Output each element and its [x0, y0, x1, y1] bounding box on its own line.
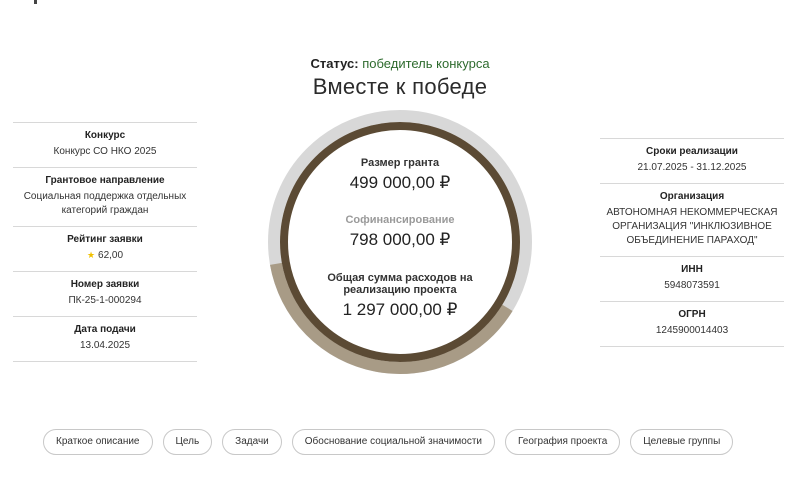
tab-social-significance[interactable]: Обоснование социальной значимости — [291, 429, 496, 455]
cofinance-label: Софинансирование — [345, 214, 455, 226]
tab-short-description[interactable]: Краткое описание — [43, 429, 153, 455]
grant-amount: 499 000,00 ₽ — [349, 173, 451, 192]
grant-label: Размер гранта — [360, 157, 440, 169]
cofinance-amount: 798 000,00 ₽ — [349, 230, 451, 249]
total-label: Общая сумма расходов на реализацию проек… — [327, 272, 473, 296]
tab-project-geography[interactable]: География проекта — [505, 429, 621, 455]
total-amount: 1 297 000,00 ₽ — [342, 300, 458, 319]
tab-target-groups[interactable]: Целевые группы — [630, 429, 734, 455]
section-tabs: Краткое описание Цель Задачи Обоснование… — [43, 429, 734, 455]
tab-tasks[interactable]: Задачи — [222, 429, 282, 455]
tab-goal[interactable]: Цель — [162, 429, 213, 455]
